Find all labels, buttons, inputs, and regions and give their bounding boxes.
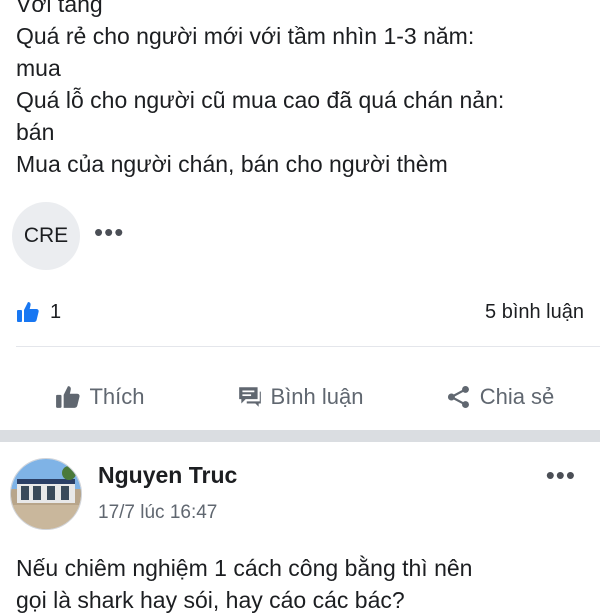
author-name[interactable]: Nguyen Truc (98, 462, 237, 489)
avatar[interactable] (10, 458, 82, 530)
tag-chip-cre[interactable]: CRE (12, 202, 80, 270)
share-icon (447, 385, 469, 409)
post-text-line: mua (16, 55, 61, 81)
post-text-line: bán (16, 119, 55, 145)
like-count-group[interactable]: 1 (16, 300, 61, 324)
action-bar: Thích Bình luận Chia sẻ (0, 374, 600, 420)
post-text: Nếu chiêm nghiệm 1 cách công bằng thì nê… (16, 552, 596, 616)
post-timestamp[interactable]: 17/7 lúc 16:47 (98, 502, 217, 524)
post-text-line: Với tầng (16, 0, 103, 17)
post-text-line: Mua của người chán, bán cho người thèm (16, 151, 448, 177)
post-options-button[interactable]: ••• (546, 460, 576, 491)
post-separator (0, 430, 600, 442)
tag-row: CRE ••• (12, 202, 124, 270)
like-button-label: Thích (89, 384, 145, 409)
more-tags-button[interactable]: ••• (94, 219, 124, 253)
reactions-bar: 1 5 bình luận (16, 296, 584, 328)
post-text: Với tầng Quá rẻ cho người mới với tầm nh… (16, 0, 586, 180)
post-text-line: Quá lỗ cho người cũ mua cao đã quá chán … (16, 87, 505, 113)
comment-icon (238, 387, 261, 407)
like-count: 1 (50, 300, 62, 323)
post-text-line: Quá rẻ cho người mới với tầm nhìn 1-3 nă… (16, 23, 475, 49)
thumbs-up-icon (56, 386, 81, 408)
share-button-label: Chia sẻ (479, 384, 555, 409)
comment-button-label: Bình luận (270, 384, 364, 409)
post-header: Nguyen Truc 17/7 lúc 16:47 ••• (10, 458, 600, 530)
share-button[interactable]: Chia sẻ (400, 384, 600, 410)
post-text-line: gọi là shark hay sói, hay cáo các bác? (16, 587, 405, 613)
comment-count[interactable]: 5 bình luận (485, 301, 584, 324)
divider (16, 346, 600, 347)
like-badge-icon (17, 302, 39, 322)
post-text-line: Nếu chiêm nghiệm 1 cách công bằng thì nê… (16, 555, 473, 581)
like-button[interactable]: Thích (0, 384, 200, 410)
avatar-image (11, 459, 81, 529)
comment-button[interactable]: Bình luận (200, 384, 400, 410)
